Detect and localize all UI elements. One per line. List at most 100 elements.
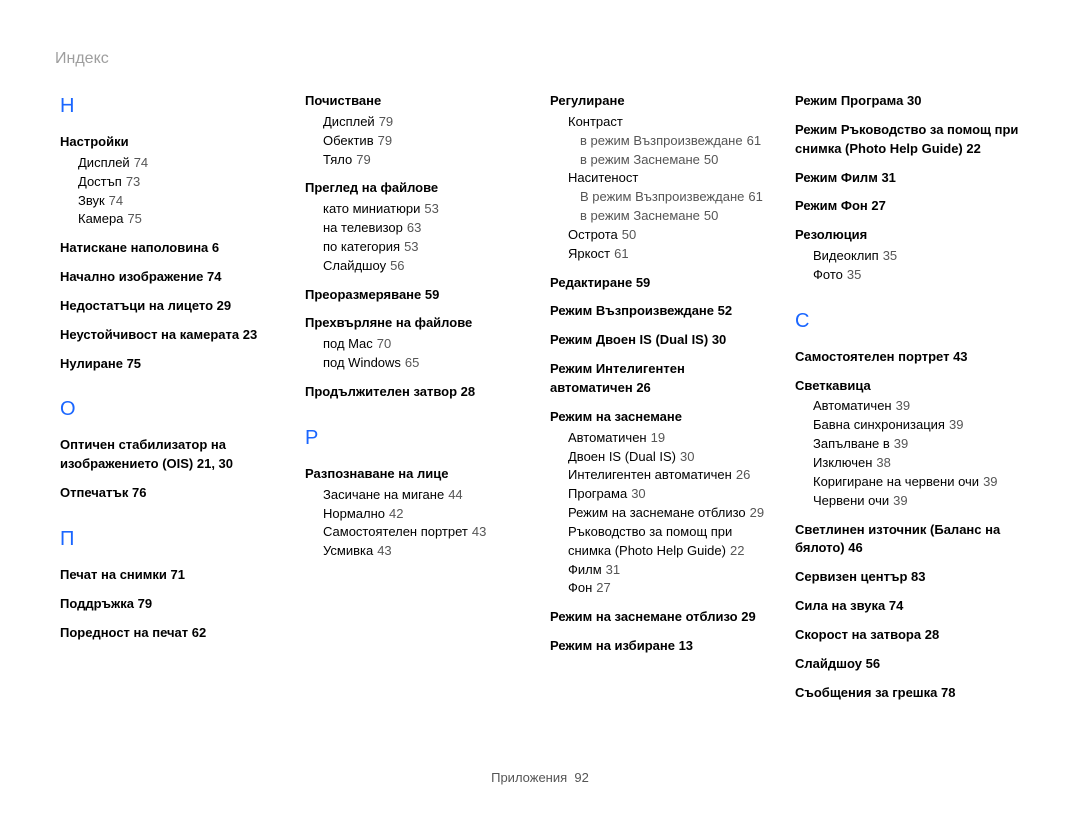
index-sub[interactable]: Дисплей79 (323, 113, 530, 132)
index-sub[interactable]: Фото35 (813, 266, 1020, 285)
index-sub[interactable]: Тяло79 (323, 151, 530, 170)
page-ref: 78 (941, 685, 955, 700)
index-sub[interactable]: Самостоятелен портрет43 (323, 523, 530, 542)
heading-label: Режим на избиране (550, 638, 675, 653)
page-ref: 26 (736, 467, 750, 482)
index-heading[interactable]: Режим Програма 30 (795, 92, 1020, 111)
sub-label: Режим на заснемане отблизо (568, 505, 746, 520)
index-heading[interactable]: Начално изображение 74 (60, 268, 285, 287)
page-ref: 79 (138, 596, 152, 611)
index-sub[interactable]: Обектив79 (323, 132, 530, 151)
index-sub[interactable]: по категория53 (323, 238, 530, 257)
index-sub2[interactable]: В режим Възпроизвеждане61 (580, 188, 775, 207)
page-ref: 6 (212, 240, 219, 255)
heading-label: Печат на снимки (60, 567, 167, 582)
index-heading[interactable]: Преоразмеряване 59 (305, 286, 530, 305)
index-heading[interactable]: Режим Фон 27 (795, 197, 1020, 216)
page-ref: 63 (407, 220, 421, 235)
index-heading[interactable]: Продължителен затвор 28 (305, 383, 530, 402)
index-heading[interactable]: Редактиране 59 (550, 274, 775, 293)
index-sub[interactable]: Камера75 (78, 210, 285, 229)
index-sub[interactable]: Нормално42 (323, 505, 530, 524)
index-heading[interactable]: Слайдшоу 56 (795, 655, 1020, 674)
page-ref: 42 (389, 506, 403, 521)
index-sub[interactable]: Ръководство за помощ при снимка (Photo H… (568, 523, 775, 561)
index-sub[interactable]: Двоен IS (Dual IS)30 (568, 448, 775, 467)
index-sub[interactable]: Фон27 (568, 579, 775, 598)
index-heading[interactable]: Натискане наполовина 6 (60, 239, 285, 258)
sub-label: Звук (78, 193, 105, 208)
index-heading[interactable]: Светлинен източник (Баланс на бялото) 46 (795, 521, 1020, 559)
index-sub[interactable]: Интелигентен автоматичен26 (568, 466, 775, 485)
index-sub[interactable]: Филм31 (568, 561, 775, 580)
index-sub[interactable]: Острота50 (568, 226, 775, 245)
index-sub[interactable]: като миниатюри53 (323, 200, 530, 219)
index-heading[interactable]: Нулиране 75 (60, 355, 285, 374)
index-sub[interactable]: Дисплей74 (78, 154, 285, 173)
page-ref: 39 (894, 436, 908, 451)
index-sub[interactable]: Програма30 (568, 485, 775, 504)
index-heading: Прехвърляне на файлове (305, 314, 530, 333)
index-sub2[interactable]: в режим Заснемане50 (580, 151, 775, 170)
index-heading[interactable]: Поредност на печат 62 (60, 624, 285, 643)
heading-label: Режим Интелигентен автоматичен (550, 361, 685, 395)
page-ref: 50 (622, 227, 636, 242)
index-sub[interactable]: Достъп73 (78, 173, 285, 192)
page-ref: 31 (606, 562, 620, 577)
sub-label: Камера (78, 211, 123, 226)
footer-page: 92 (574, 770, 588, 785)
index-heading[interactable]: Режим Ръководство за помощ при снимка (P… (795, 121, 1020, 159)
index-heading[interactable]: Режим на избиране 13 (550, 637, 775, 656)
index-sub2[interactable]: в режим Възпроизвеждане61 (580, 132, 775, 151)
index-heading[interactable]: Печат на снимки 71 (60, 566, 285, 585)
footer-label: Приложения (491, 770, 567, 785)
index-sub[interactable]: Бавна синхронизация39 (813, 416, 1020, 435)
index-sub[interactable]: Засичане на мигане44 (323, 486, 530, 505)
page-ref: 75 (127, 356, 141, 371)
index-sub[interactable]: Слайдшоу56 (323, 257, 530, 276)
index-sub2[interactable]: в режим Заснемане50 (580, 207, 775, 226)
page-ref: 50 (704, 152, 718, 167)
page-ref: 27 (871, 198, 885, 213)
index-sub[interactable]: Усмивка43 (323, 542, 530, 561)
index-sub[interactable]: под Windows65 (323, 354, 530, 373)
sub-label: под Windows (323, 355, 401, 370)
index-heading[interactable]: Режим Интелигентен автоматичен 26 (550, 360, 775, 398)
index-heading[interactable]: Самостоятелен портрет 43 (795, 348, 1020, 367)
heading-label: Режим Програма (795, 93, 903, 108)
letter-heading: С (795, 307, 1020, 336)
index-sub[interactable]: Червени очи39 (813, 492, 1020, 511)
index-sub[interactable]: Автоматичен39 (813, 397, 1020, 416)
index-heading[interactable]: Скорост на затвора 28 (795, 626, 1020, 645)
index-heading[interactable]: Отпечатък 76 (60, 484, 285, 503)
index-sub[interactable]: Изключен38 (813, 454, 1020, 473)
index-heading[interactable]: Поддръжка 79 (60, 595, 285, 614)
index-sub[interactable]: Запълване в39 (813, 435, 1020, 454)
index-heading[interactable]: Оптичен стабилизатор на изображението (O… (60, 436, 285, 474)
index-sub[interactable]: под Mac70 (323, 335, 530, 354)
page-ref: 23 (243, 327, 257, 342)
index-heading[interactable]: Режим Възпроизвеждане 52 (550, 302, 775, 321)
index-heading[interactable]: Съобщения за грешка 78 (795, 684, 1020, 703)
page-ref: 74 (109, 193, 123, 208)
sub-label: Яркост (568, 246, 610, 261)
index-sub[interactable]: Яркост61 (568, 245, 775, 264)
sub-label: Автоматичен (813, 398, 892, 413)
sub-label: Коригиране на червени очи (813, 474, 979, 489)
letter-heading: Н (60, 92, 285, 121)
index-heading[interactable]: Сервизен център 83 (795, 568, 1020, 587)
page-ref: 53 (424, 201, 438, 216)
index-heading[interactable]: Недостатъци на лицето 29 (60, 297, 285, 316)
index-sub[interactable]: Звук 74 (78, 192, 285, 211)
index-heading[interactable]: Режим Двоен IS (Dual IS) 30 (550, 331, 775, 350)
index-sub[interactable]: Коригиране на червени очи39 (813, 473, 1020, 492)
index-heading[interactable]: Режим Филм 31 (795, 169, 1020, 188)
index-heading[interactable]: Сила на звука 74 (795, 597, 1020, 616)
index-sub[interactable]: Автоматичен19 (568, 429, 775, 448)
index-sub[interactable]: Режим на заснемане отблизо29 (568, 504, 775, 523)
index-heading[interactable]: Неустойчивост на камерата 23 (60, 326, 285, 345)
sub-label: в режим Възпроизвеждане (580, 133, 743, 148)
index-sub[interactable]: Видеоклип35 (813, 247, 1020, 266)
index-sub[interactable]: на телевизор63 (323, 219, 530, 238)
index-heading[interactable]: Режим на заснемане отблизо 29 (550, 608, 775, 627)
